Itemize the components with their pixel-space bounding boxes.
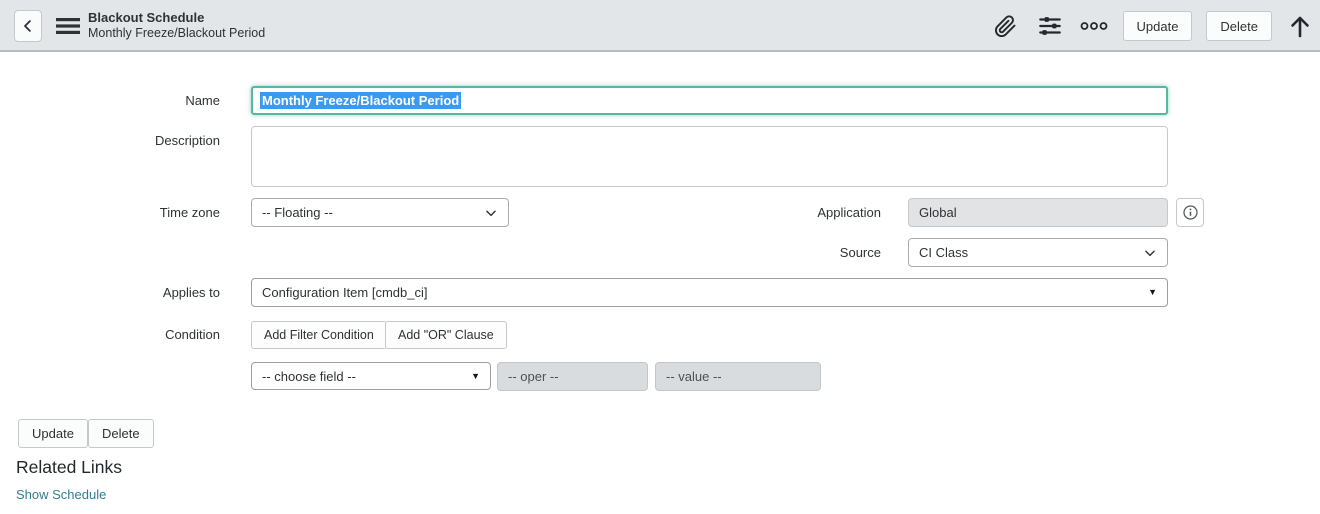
show-schedule-link[interactable]: Show Schedule (16, 487, 106, 502)
chevron-left-icon (19, 17, 37, 35)
header-actions: Update Delete (991, 0, 1315, 52)
add-or-clause-button[interactable]: Add "OR" Clause (385, 321, 507, 349)
applies-to-select[interactable]: Configuration Item [cmdb_ci] ▼ (251, 278, 1168, 307)
name-input[interactable]: Monthly Freeze/Blackout Period (251, 86, 1168, 115)
arrow-up-icon (1288, 12, 1312, 40)
personalize-form-button[interactable] (1035, 11, 1065, 41)
application-field: Global (908, 198, 1168, 227)
chevron-down-icon (484, 206, 498, 220)
sliders-icon (1037, 13, 1063, 39)
chevron-down-icon (1143, 246, 1157, 260)
description-label: Description (154, 133, 220, 148)
operator-placeholder: -- oper -- (508, 369, 559, 384)
caret-down-icon: ▼ (471, 370, 480, 381)
operator-field-disabled: -- oper -- (497, 362, 648, 391)
paperclip-icon (994, 14, 1017, 38)
footer-update-button[interactable]: Update (18, 419, 88, 448)
attachment-button[interactable] (991, 11, 1021, 41)
related-links-title: Related Links (16, 457, 123, 477)
more-options-button[interactable] (1079, 11, 1109, 41)
header-update-button[interactable]: Update (1122, 11, 1193, 41)
timezone-label: Time zone (159, 205, 220, 220)
application-info-button[interactable] (1176, 198, 1204, 227)
condition-label: Condition (165, 327, 220, 342)
application-value: Global (919, 205, 957, 220)
source-select[interactable]: CI Class (908, 238, 1168, 267)
form-page: Blackout Schedule Monthly Freeze/Blackou… (0, 0, 1320, 514)
source-value: CI Class (919, 245, 969, 260)
description-textarea[interactable] (251, 126, 1168, 187)
name-label: Name (185, 93, 220, 108)
caret-down-icon: ▼ (1148, 287, 1157, 297)
choose-field-value: -- choose field -- (262, 368, 356, 384)
applies-to-label: Applies to (162, 285, 220, 300)
scroll-to-top-button[interactable] (1286, 11, 1314, 41)
choose-field-select[interactable]: -- choose field -- ▼ (251, 362, 491, 390)
info-icon (1181, 203, 1200, 222)
header-title: Blackout Schedule Monthly Freeze/Blackou… (88, 9, 265, 41)
more-options-icon (1080, 19, 1108, 33)
record-type-title: Blackout Schedule (88, 10, 205, 25)
form-header-bar: Blackout Schedule Monthly Freeze/Blackou… (0, 0, 1320, 52)
name-selected-text: Monthly Freeze/Blackout Period (260, 92, 462, 109)
applies-to-value: Configuration Item [cmdb_ci] (262, 285, 428, 300)
source-label: Source (839, 245, 881, 260)
timezone-select[interactable]: -- Floating -- (251, 198, 509, 227)
context-menu-icon[interactable] (56, 15, 80, 37)
header-delete-button[interactable]: Delete (1206, 11, 1272, 41)
application-label: Application (817, 205, 881, 220)
record-name-subtitle: Monthly Freeze/Blackout Period (88, 26, 266, 40)
back-button[interactable] (14, 10, 42, 42)
value-placeholder: -- value -- (666, 369, 722, 384)
timezone-value: -- Floating -- (262, 205, 333, 220)
value-field-disabled: -- value -- (655, 362, 821, 391)
footer-delete-button[interactable]: Delete (88, 419, 154, 448)
add-filter-condition-button[interactable]: Add Filter Condition (251, 321, 387, 349)
